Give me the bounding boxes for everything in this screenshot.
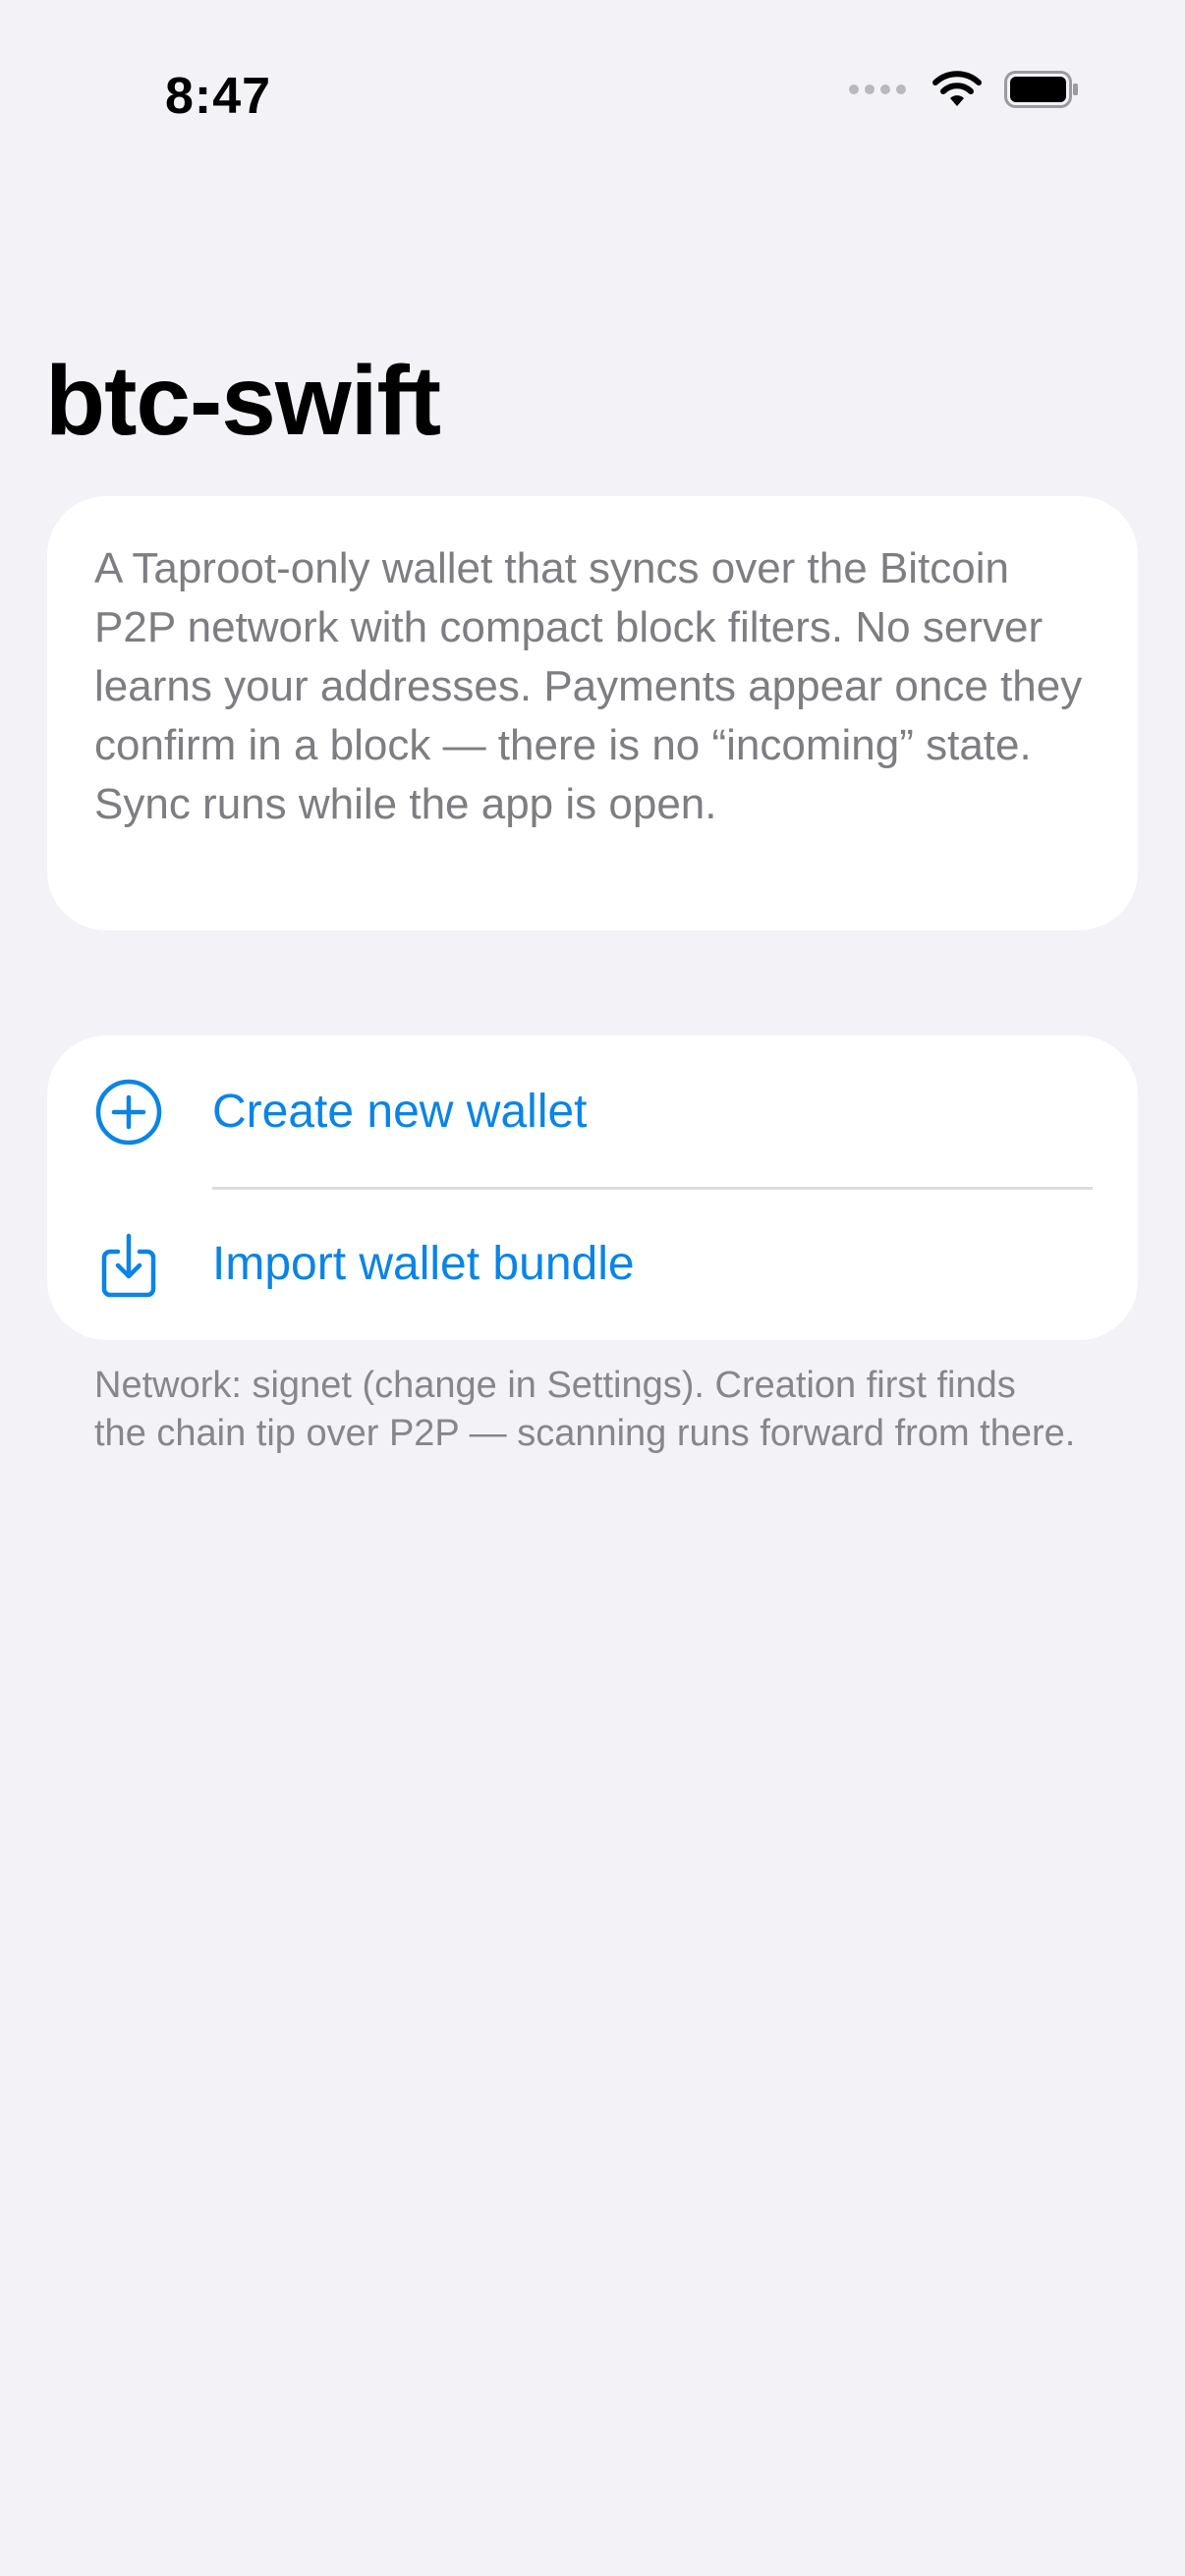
tray-arrow-down-icon xyxy=(101,1233,156,1297)
status-time: 8:47 xyxy=(165,68,272,125)
status-bar: 8:47 xyxy=(0,0,1185,187)
import-wallet-bundle-label: Import wallet bundle xyxy=(212,1238,635,1290)
wallet-actions-card: Create new wallet Import wallet bundle xyxy=(47,1036,1138,1340)
cellular-signal-icon xyxy=(849,84,906,94)
status-icons xyxy=(849,71,1079,108)
create-new-wallet-label: Create new wallet xyxy=(212,1086,588,1138)
page-title: btc-swift xyxy=(45,346,441,456)
battery-icon xyxy=(1004,71,1078,108)
plus-circle-icon xyxy=(95,1079,162,1145)
create-new-wallet-button[interactable]: Create new wallet xyxy=(47,1036,1138,1188)
wifi-icon xyxy=(932,71,982,106)
import-wallet-bundle-button[interactable]: Import wallet bundle xyxy=(47,1188,1138,1340)
intro-card: A Taproot-only wallet that syncs over th… xyxy=(47,496,1138,930)
network-footnote: Network: signet (change in Settings). Cr… xyxy=(94,1365,1076,1454)
intro-description: A Taproot-only wallet that syncs over th… xyxy=(94,544,1083,828)
